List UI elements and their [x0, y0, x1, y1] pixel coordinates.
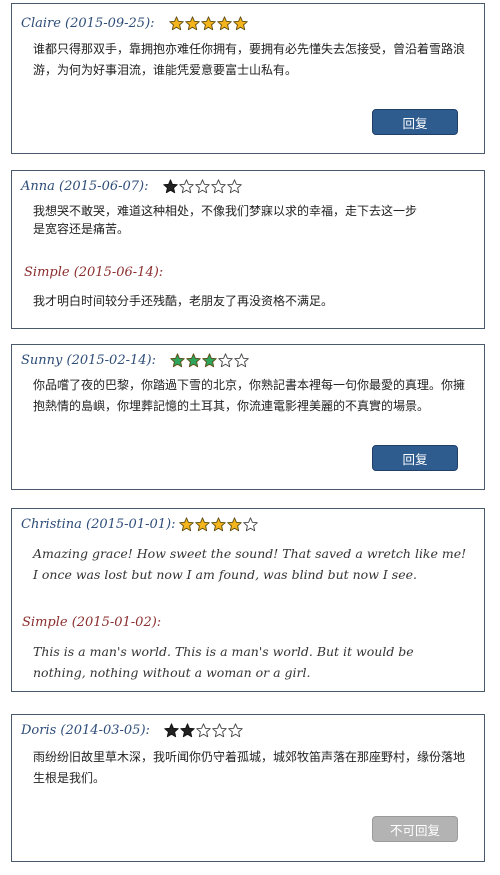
review-header: Christina (2015-01-01): — [21, 514, 259, 534]
star-empty-icon — [218, 352, 233, 368]
star-empty-icon — [228, 722, 243, 738]
star-empty-icon — [212, 722, 227, 738]
star-filled-icon — [186, 352, 201, 368]
star-filled-icon — [164, 722, 179, 738]
review-text: 我想哭不敢哭，难道这种相处，不像我们梦寐以求的幸福，走下去这一步是宽容还是痛苦。 — [33, 204, 418, 236]
review-header: Anna (2015-06-07): — [21, 176, 242, 196]
star-empty-icon — [226, 178, 242, 194]
star-filled-icon — [170, 352, 185, 368]
star-filled-icon — [202, 352, 217, 368]
review-card: Doris (2014-03-05): 雨纷纷旧故里草木深，我听闻你仍守着孤城，… — [11, 714, 485, 862]
reply-button[interactable]: 回复 — [372, 109, 458, 135]
star-filled-icon — [184, 15, 200, 31]
reply-button[interactable]: 回复 — [372, 445, 458, 471]
review-card: Claire (2015-09-25): 谁都只得那双手，靠拥抱亦难任你拥有，要… — [11, 3, 485, 154]
star-filled-icon — [162, 178, 178, 194]
review-author: Anna (2015-06-07): — [21, 178, 149, 194]
star-rating — [168, 15, 248, 31]
star-rating — [162, 178, 242, 194]
review-text: Amazing grace! How sweet the sound! That… — [33, 546, 467, 582]
review-text: 雨纷纷旧故里草木深，我听闻你仍守着孤城，城郊牧笛声落在那座野村，缘份落地生根是我… — [33, 750, 466, 785]
star-filled-icon — [168, 15, 184, 31]
review-author: Sunny (2015-02-14): — [21, 352, 156, 368]
reply-author: Simple (2015-06-14): — [24, 264, 164, 280]
review-header: Claire (2015-09-25): — [21, 13, 248, 33]
star-rating — [164, 722, 243, 738]
reply-text: 我才明白时间较分手还残酷，老朋友了再没资格不满足。 — [33, 294, 334, 308]
star-filled-icon — [227, 516, 243, 532]
star-empty-icon — [234, 352, 249, 368]
star-filled-icon — [200, 15, 216, 31]
review-header: Sunny (2015-02-14): — [21, 350, 249, 370]
star-filled-icon — [232, 15, 248, 31]
star-filled-icon — [216, 15, 232, 31]
review-header: Doris (2014-03-05): — [21, 720, 243, 740]
review-list: Claire (2015-09-25): 谁都只得那双手，靠拥抱亦难任你拥有，要… — [0, 0, 500, 875]
review-text: 谁都只得那双手，靠拥抱亦难任你拥有，要拥有必先懂失去怎接受，曾沿着雪路浪游，为何… — [33, 42, 466, 77]
star-empty-icon — [194, 178, 210, 194]
reply-header: Simple (2015-01-02): — [22, 612, 161, 632]
review-author: Christina (2015-01-01): — [21, 516, 176, 532]
star-rating — [179, 516, 259, 532]
star-filled-icon — [195, 516, 211, 532]
star-filled-icon — [211, 516, 227, 532]
star-filled-icon — [180, 722, 195, 738]
star-empty-icon — [243, 516, 259, 532]
reply-text: This is a man's world. This is a man's w… — [33, 644, 414, 680]
review-card: Anna (2015-06-07): 我想哭不敢哭，难道这种相处，不像我们梦寐以… — [11, 170, 485, 329]
reply-author: Simple (2015-01-02): — [22, 614, 162, 630]
reply-button-disabled: 不可回复 — [372, 816, 458, 842]
review-author: Claire (2015-09-25): — [21, 15, 155, 31]
review-author: Doris (2014-03-05): — [21, 722, 150, 738]
star-empty-icon — [178, 178, 194, 194]
star-empty-icon — [196, 722, 211, 738]
star-rating — [170, 352, 249, 368]
star-filled-icon — [179, 516, 195, 532]
review-card: Sunny (2015-02-14): 你品嚐了夜的巴黎，你踏過下雪的北京，你熟… — [11, 344, 485, 490]
star-empty-icon — [210, 178, 226, 194]
reply-header: Simple (2015-06-14): — [24, 262, 163, 282]
review-text: 你品嚐了夜的巴黎，你踏過下雪的北京，你熟記書本裡每一句你最愛的真理。你擁抱熱情的… — [33, 378, 466, 413]
review-card: Christina (2015-01-01): Amazing grace! H… — [11, 508, 485, 692]
